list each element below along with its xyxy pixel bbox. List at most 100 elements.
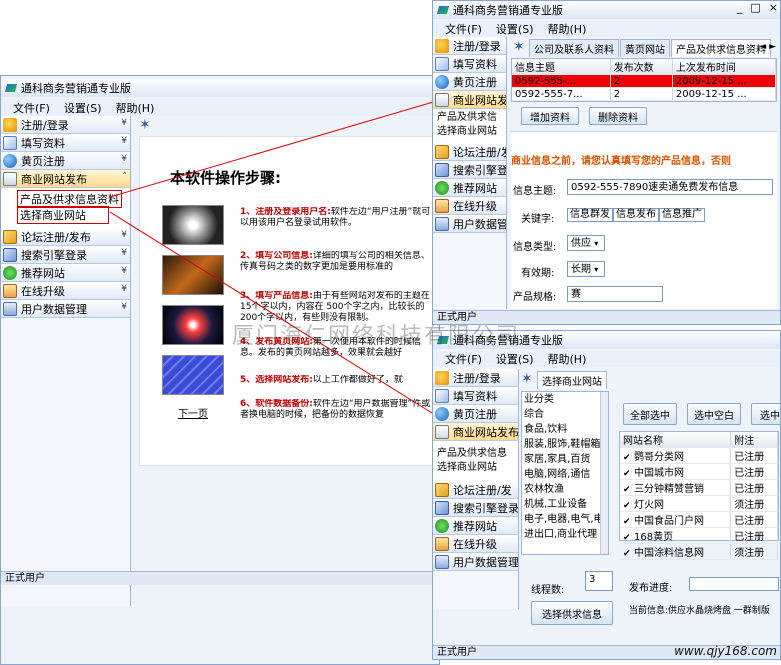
sidebar-item-recommended[interactable]: 推荐网站 — [433, 179, 506, 197]
table-row[interactable]: ✔中国城市网已注册 — [620, 464, 778, 480]
menu-settings[interactable]: 设置(S) — [496, 351, 534, 367]
sidebar-item-upgrade[interactable]: 在线升级 — [433, 197, 506, 215]
col-last-time[interactable]: 上次发布时间 — [672, 59, 775, 75]
list-item[interactable]: 食品,饮料 — [524, 422, 608, 437]
sidebar-item-recommended[interactable]: 推荐网站¥ — [1, 264, 130, 282]
sidebar-item-forum[interactable]: 论坛注册/发布¥ — [1, 228, 130, 246]
list-item[interactable]: 机械,工业设备 — [524, 497, 608, 512]
checkbox-checked-icon[interactable]: ✔ — [623, 501, 631, 511]
delete-info-button[interactable]: 删除资料 — [589, 107, 647, 125]
close-button[interactable]: × — [769, 1, 778, 14]
list-item[interactable]: 综合 — [524, 407, 608, 422]
forum-icon — [3, 230, 17, 244]
col-site-name[interactable]: 网站名称 — [620, 432, 731, 448]
tab-product-info[interactable]: 产品及供求信息资料 — [671, 39, 771, 57]
subject-field[interactable]: 0592-555-7890速卖通免费发布信息 — [567, 179, 773, 195]
category-scrollbar[interactable] — [600, 392, 608, 554]
pin-icon[interactable]: ✶ — [521, 371, 533, 387]
minimize-button[interactable]: _ — [737, 1, 743, 14]
sidebar-item-yellow-pages[interactable]: 黄页注册 — [433, 405, 518, 423]
maximize-button[interactable]: □ — [750, 1, 760, 14]
checkbox-checked-icon[interactable]: ✔ — [623, 549, 631, 559]
list-item[interactable]: 电脑,网络,通信 — [524, 467, 608, 482]
pin-icon[interactable]: ✶ — [513, 39, 525, 55]
checkbox-checked-icon[interactable]: ✔ — [623, 533, 631, 543]
table-row[interactable]: 0592-555-7...22009-12-15 ... — [512, 88, 776, 101]
sidebar-item-data[interactable]: 用户数据管理¥ — [1, 300, 130, 318]
sidebar-item-search-engine[interactable]: 搜索引擎登 — [433, 161, 506, 179]
sidebar-item-forum[interactable]: 论坛注册/发布 — [433, 143, 506, 161]
checkbox-checked-icon[interactable]: ✔ — [623, 485, 631, 495]
sidebar-item-data[interactable]: 用户数据管理 — [433, 553, 518, 571]
sidebar-item-register-login[interactable]: 注册/登录 — [433, 37, 506, 55]
keyword-field-3[interactable]: 信息推广 — [659, 208, 705, 222]
sidebar-sub-select-sites[interactable]: 选择商业网站 — [17, 206, 109, 224]
checkbox-checked-icon[interactable]: ✔ — [623, 517, 631, 527]
sidebar-item-upgrade[interactable]: 在线升级¥ — [1, 282, 130, 300]
menu-settings[interactable]: 设置(S) — [496, 21, 534, 37]
keyword-field-2[interactable]: 信息发布 — [613, 208, 659, 222]
col-count[interactable]: 发布次数 — [610, 59, 672, 75]
sidebar-item-data[interactable]: 用户数据管理 — [433, 215, 506, 233]
sidebar-item-register-login[interactable]: 注册/登录 — [433, 369, 518, 387]
sidebar-sub-product-info[interactable]: 产品及供求信 — [437, 111, 502, 125]
sidebar-sub-select-sites[interactable]: 选择商业网站 — [437, 125, 502, 139]
menu-help[interactable]: 帮助(H) — [548, 351, 587, 367]
table-row[interactable]: ✔灯火网须注册 — [620, 496, 778, 512]
sidebar-item-search-engine[interactable]: 搜索引擎登录 — [433, 499, 518, 517]
table-row[interactable]: ✔中国涂料信息网须注册 — [620, 544, 778, 560]
menu-file[interactable]: 文件(F) — [445, 21, 482, 37]
checkbox-checked-icon[interactable]: ✔ — [623, 453, 631, 463]
sidebar-item-yellow-pages[interactable]: 黄页注册¥ — [1, 152, 130, 170]
next-page-link[interactable]: 下一页 — [178, 405, 208, 420]
sidebar-item-business-sites[interactable]: 商业网站发布 — [433, 91, 506, 109]
checkbox-checked-icon[interactable]: ✔ — [623, 469, 631, 479]
table-row[interactable]: 0592-555-...22009-12-15 ... — [512, 75, 776, 88]
select-info-button[interactable]: 选择供求信息 — [531, 601, 613, 625]
select-button-partial[interactable]: 选中 — [751, 403, 781, 425]
add-info-button[interactable]: 增加资料 — [521, 107, 579, 125]
type-select[interactable]: 供应 ▾ — [567, 235, 605, 251]
col-note[interactable]: 附注 — [731, 432, 778, 448]
list-item[interactable]: 服装,服饰,鞋帽箱 — [524, 437, 608, 452]
spec-field[interactable]: 赛 — [567, 286, 663, 302]
menu-file[interactable]: 文件(F) — [13, 100, 50, 116]
menu-file[interactable]: 文件(F) — [445, 351, 482, 367]
menu-settings[interactable]: 设置(S) — [64, 100, 102, 116]
table-row[interactable]: ✔三分钟精赞营销已注册 — [620, 480, 778, 496]
sidebar-item-upgrade[interactable]: 在线升级 — [433, 535, 518, 553]
menu-help[interactable]: 帮助(H) — [548, 21, 587, 37]
sidebar-item-fill-info[interactable]: 填写资料 — [433, 55, 506, 73]
menu-help[interactable]: 帮助(H) — [116, 100, 155, 116]
list-item[interactable]: 业分类 — [524, 392, 608, 407]
sidebar-sub-product-info[interactable]: 产品及供求信息 — [437, 447, 514, 461]
validity-select[interactable]: 长期 ▾ — [567, 261, 605, 277]
sidebar-item-recommended[interactable]: 推荐网站 — [433, 517, 518, 535]
threads-field[interactable]: 3 — [585, 571, 613, 591]
sidebar-item-forum[interactable]: 论坛注册/发 — [433, 481, 518, 499]
table-row[interactable]: ✔中国食品门户网已注册 — [620, 512, 778, 528]
tab-select-sites[interactable]: 选择商业网站 — [537, 371, 607, 389]
select-all-button[interactable]: 全部选中 — [623, 403, 677, 425]
list-item[interactable]: 家居,家具,百货 — [524, 452, 608, 467]
list-item[interactable]: 电子,电器,电气,电 — [524, 512, 608, 527]
sidebar-item-fill-info[interactable]: 填写资料 — [433, 387, 518, 405]
tab-company-contact[interactable]: 公司及联系人资料 — [529, 39, 619, 57]
table-row[interactable]: ✔168黄页已注册 — [620, 528, 778, 544]
sidebar-item-register-login[interactable]: 注册/登录¥ — [1, 116, 130, 134]
keyword-field-1[interactable]: 信息群发 — [567, 208, 613, 222]
sidebar-item-search-engine[interactable]: 搜索引擎登录¥ — [1, 246, 130, 264]
tab-scroll-arrows[interactable]: ◄ ► — [759, 42, 776, 52]
table-row[interactable]: ✔鹦哥分类网已注册 — [620, 448, 778, 464]
select-blank-button[interactable]: 选中空白 — [687, 403, 741, 425]
sidebar-item-business-sites[interactable]: 商业网站发布 — [433, 423, 518, 441]
list-item[interactable]: 进出口,商业代理 — [524, 527, 608, 542]
sidebar-item-fill-info[interactable]: 填写资料¥ — [1, 134, 130, 152]
pin-icon[interactable]: ✶ — [139, 117, 151, 133]
sidebar-sub-select-sites[interactable]: 选择商业网站 — [437, 461, 514, 475]
sidebar-item-yellow-pages[interactable]: 黄页注册 — [433, 73, 506, 91]
tab-yellow-pages[interactable]: 黄页网站 — [620, 39, 670, 57]
col-subject[interactable]: 信息主题 — [512, 59, 610, 75]
list-item[interactable]: 农林牧渔 — [524, 482, 608, 497]
sidebar-item-business-sites[interactable]: 商业网站发布˄ — [1, 170, 130, 188]
